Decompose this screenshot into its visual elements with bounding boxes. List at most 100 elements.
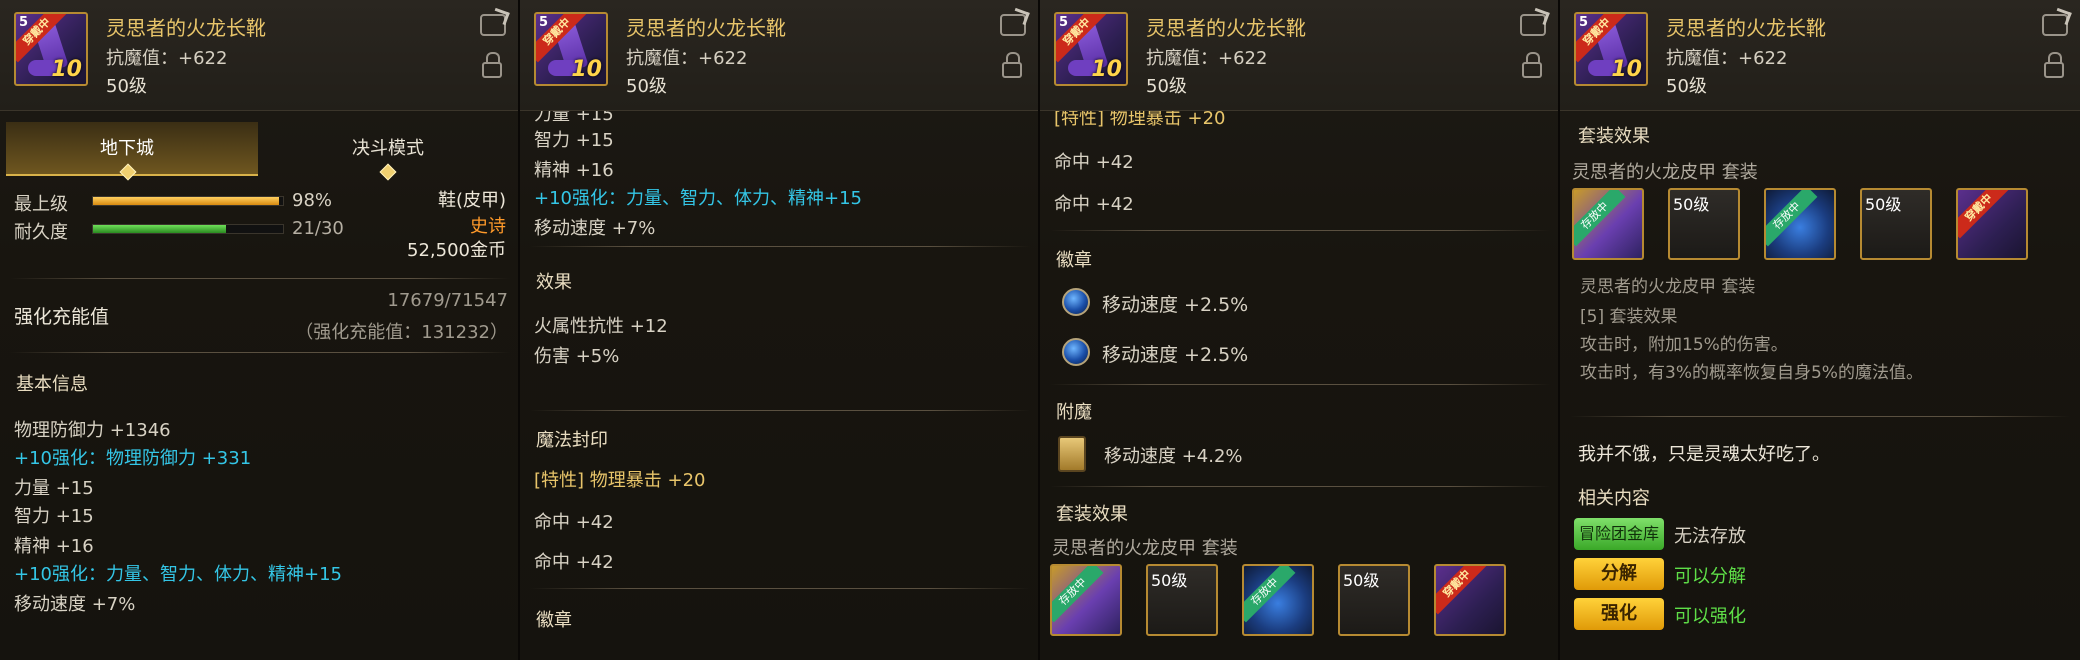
charge-label: 强化充能值: [14, 306, 110, 328]
set-slot[interactable]: 50级: [1146, 564, 1218, 636]
tab-duel[interactable]: 决斗模式: [352, 134, 424, 160]
item-level: 50级: [1666, 76, 1707, 97]
max-level-value: 98%: [292, 190, 333, 211]
slot-number: 5: [19, 15, 29, 30]
stat-line: 精神 +16: [534, 160, 614, 181]
stat-line: +10强化：力量、智力、体力、精神+15: [534, 188, 862, 209]
enhance-level: 10: [1611, 57, 1642, 82]
slot-number: 5: [539, 15, 549, 30]
set-name-secondary: 灵思者的火龙皮甲 套装: [1580, 277, 1756, 297]
set-slot-badge: 存放中: [1574, 190, 1626, 247]
lock-icon[interactable]: [2044, 52, 2064, 78]
set-name: 灵思者的火龙皮甲 套装: [1052, 538, 1238, 559]
item-name: 灵思者的火龙长靴: [626, 16, 786, 40]
slot-number: 5: [1059, 15, 1069, 30]
durability-bar: [92, 224, 284, 234]
stat-line: 精神 +16: [14, 536, 94, 557]
item-header: 穿戴中 5 10 灵思者的火龙长靴 抗魔值：+622 50级: [1040, 0, 1558, 111]
set-name: 灵思者的火龙皮甲 套装: [1572, 162, 1758, 183]
set-slot[interactable]: 50级: [1338, 564, 1410, 636]
enhance-level: 10: [1091, 57, 1122, 82]
adventure-vault-button[interactable]: 冒险团金库: [1574, 518, 1664, 550]
set-slot-badge: 穿戴中: [1958, 190, 2010, 239]
durability-value: 21/30: [292, 218, 344, 239]
item-level: 50级: [626, 76, 667, 97]
divider: [1050, 230, 1550, 231]
price: 52,500金币: [407, 240, 506, 261]
set-slot[interactable]: 50级: [1668, 188, 1740, 260]
share-icon[interactable]: [480, 14, 506, 36]
stat-line: 物理防御力 +1346: [14, 420, 171, 441]
durability-label: 耐久度: [14, 222, 68, 243]
divider: [10, 352, 510, 353]
effect-line: 伤害 +5%: [534, 346, 620, 367]
set-slot[interactable]: 穿戴中: [1434, 564, 1506, 636]
share-icon[interactable]: [1520, 14, 1546, 36]
item-header: 穿戴中 5 10 灵思者的火龙长靴 抗魔值：+622 50级: [520, 0, 1038, 111]
item-header: 穿戴中 5 10 灵思者的火龙长靴 抗魔值：+622 50级: [0, 0, 518, 111]
item-tooltip-panel-4: 穿戴中 5 10 灵思者的火龙长靴 抗魔值：+622 50级 套装效果 灵思者的…: [1560, 0, 2080, 660]
emblem-title: 徽章: [1056, 250, 1092, 271]
emblem-line: 移动速度 +2.5%: [1102, 344, 1249, 366]
set-effect-title: 套装效果: [1056, 504, 1128, 525]
enchant-card-icon: [1058, 436, 1086, 472]
set-slot-level: 50级: [1151, 571, 1188, 590]
lock-icon[interactable]: [1002, 52, 1022, 78]
set-slot-badge: 存放中: [1052, 566, 1104, 623]
seal-title: 魔法封印: [536, 430, 608, 451]
set-slot[interactable]: 穿戴中: [1956, 188, 2028, 260]
set-slot[interactable]: 存放中: [1572, 188, 1644, 260]
set-slot[interactable]: 存放中: [1764, 188, 1836, 260]
set-slot[interactable]: 存放中: [1050, 564, 1122, 636]
lock-icon[interactable]: [482, 52, 502, 78]
set-slot-level: 50级: [1865, 195, 1902, 214]
divider: [1570, 416, 2070, 417]
set-slot[interactable]: 存放中: [1242, 564, 1314, 636]
stat-line: 移动速度 +7%: [534, 218, 656, 239]
item-level: 50级: [106, 76, 147, 97]
share-icon[interactable]: [2042, 14, 2068, 36]
seal-line: 命中 +42: [534, 552, 614, 573]
divider: [10, 278, 510, 279]
divider: [530, 588, 1030, 589]
set-slot-badge: 存放中: [1244, 566, 1296, 623]
lock-icon[interactable]: [1522, 52, 1542, 78]
max-level-bar: [92, 196, 284, 206]
item-tooltip-panel-2: 穿戴中 5 10 灵思者的火龙长靴 抗魔值：+622 50级 力量 +15 智力…: [520, 0, 1040, 660]
emblem-title: 徽章: [536, 610, 572, 631]
set-slot[interactable]: 50级: [1860, 188, 1932, 260]
emblem-line: 移动速度 +2.5%: [1102, 294, 1249, 316]
divider: [1050, 486, 1550, 487]
item-name: 灵思者的火龙长靴: [106, 16, 266, 40]
item-header: 穿戴中 5 10 灵思者的火龙长靴 抗魔值：+622 50级: [1560, 0, 2080, 111]
divider: [530, 246, 1030, 247]
set-bonus-title: [5] 套装效果: [1580, 307, 1678, 327]
stat-line: 移动速度 +7%: [14, 594, 136, 615]
basic-info-title: 基本信息: [16, 374, 88, 395]
item-tooltip-panel-3: 穿戴中 5 10 灵思者的火龙长靴 抗魔值：+622 50级 [特性] 物理暴击…: [1040, 0, 1560, 660]
flavor-text: 我并不饿，只是灵魂太好吃了。: [1578, 444, 1830, 465]
tab-marker-icon: [379, 163, 397, 181]
magic-resist: 抗魔值：+622: [1146, 48, 1268, 69]
set-slot-level: 50级: [1673, 195, 1710, 214]
tab-dungeon-label: 地下城: [100, 138, 154, 159]
max-level-label: 最上级: [14, 194, 68, 215]
stat-line: +10强化：力量、智力、体力、精神+15: [14, 564, 342, 585]
seal-line: 命中 +42: [534, 512, 614, 533]
enchant-line: 移动速度 +4.2%: [1104, 446, 1243, 467]
disassemble-status: 可以分解: [1674, 566, 1746, 587]
stat-line: 智力 +15: [14, 506, 94, 527]
enhance-button[interactable]: 强化: [1574, 598, 1664, 630]
durability-fill: [93, 225, 226, 233]
charge-sub: （强化充能值：131232）: [295, 322, 508, 343]
share-icon[interactable]: [1000, 14, 1026, 36]
set-slot-level: 50级: [1343, 571, 1380, 590]
disassemble-button[interactable]: 分解: [1574, 558, 1664, 590]
charge-value: 17679/71547: [387, 290, 508, 311]
boots-item-icon: 穿戴中 5 10: [1054, 12, 1128, 86]
set-bonus-line: 攻击时，附加15%的伤害。: [1580, 335, 1788, 355]
magic-resist: 抗魔值：+622: [1666, 48, 1788, 69]
hit-line: 命中 +42: [1054, 194, 1134, 215]
hit-line: 命中 +42: [1054, 152, 1134, 173]
set-slot-badge: 穿戴中: [1436, 566, 1488, 615]
